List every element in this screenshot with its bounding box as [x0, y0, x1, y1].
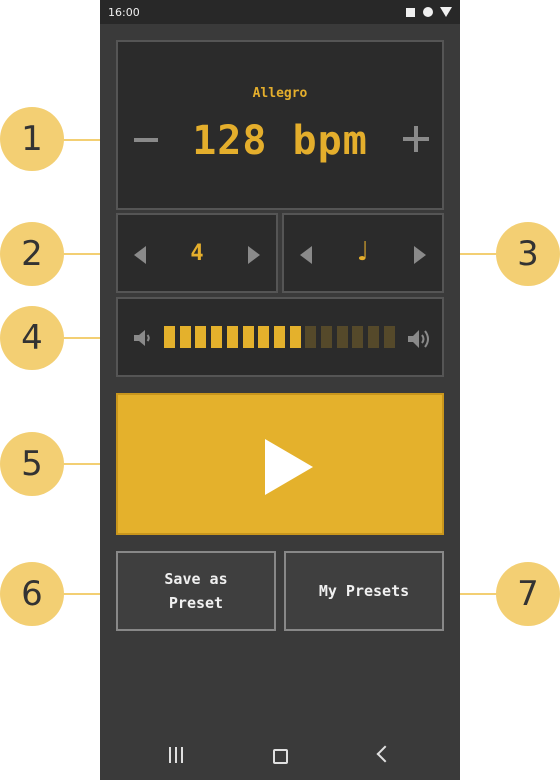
callout-2: 2	[0, 222, 64, 286]
signal-icon	[440, 7, 452, 17]
callout-1: 1	[0, 107, 64, 171]
callout-5: 5	[0, 432, 64, 496]
volume-segment	[226, 326, 238, 348]
note-value-selector: ♩	[282, 213, 444, 293]
bpm-value: 128 bpm	[192, 118, 368, 164]
status-time: 16:00	[108, 6, 140, 19]
volume-segment	[352, 326, 364, 348]
play-icon	[265, 439, 313, 495]
callout-6: 6	[0, 562, 64, 626]
volume-segment	[179, 326, 191, 348]
volume-low-icon[interactable]	[132, 327, 154, 349]
recent-apps-icon[interactable]	[169, 747, 183, 763]
callout-4: 4	[0, 306, 64, 370]
tempo-display: Allegro 128 bpm	[116, 40, 444, 210]
stop-icon	[406, 8, 415, 17]
increase-tempo-button[interactable]	[403, 126, 429, 152]
volume-segment	[273, 326, 285, 348]
volume-segment	[321, 326, 332, 348]
beats-selector: 4	[116, 213, 278, 293]
status-bar: 16:00	[100, 0, 460, 24]
record-icon	[423, 7, 433, 17]
volume-segment	[195, 326, 207, 348]
navigation-bar	[100, 730, 460, 780]
volume-segment	[305, 326, 317, 348]
volume-high-icon[interactable]	[406, 327, 434, 351]
tempo-marking: Allegro	[252, 86, 308, 101]
volume-segment	[211, 326, 223, 348]
volume-segment	[336, 326, 348, 348]
volume-segment	[368, 326, 380, 348]
phone-screen: 16:00 Allegro 128 bpm 4 ♩ Save as Preset…	[100, 0, 460, 780]
my-presets-label: My Presets	[318, 582, 410, 600]
decrease-tempo-button[interactable]	[134, 138, 158, 142]
save-preset-label: Save as Preset	[164, 570, 228, 612]
back-icon[interactable]	[376, 745, 394, 763]
volume-control	[116, 297, 444, 377]
note-next-arrow-icon[interactable]	[414, 246, 426, 264]
volume-segment	[383, 326, 395, 348]
volume-segment	[289, 326, 301, 348]
my-presets-button[interactable]: My Presets	[284, 551, 444, 631]
volume-segment	[164, 326, 175, 348]
callout-7: 7	[496, 562, 560, 626]
save-preset-button[interactable]: Save as Preset	[116, 551, 276, 631]
volume-segment	[258, 326, 270, 348]
home-icon[interactable]	[273, 749, 288, 764]
beats-next-arrow-icon[interactable]	[248, 246, 260, 264]
callout-3: 3	[496, 222, 560, 286]
play-button[interactable]	[116, 393, 444, 535]
volume-segment	[242, 326, 254, 348]
